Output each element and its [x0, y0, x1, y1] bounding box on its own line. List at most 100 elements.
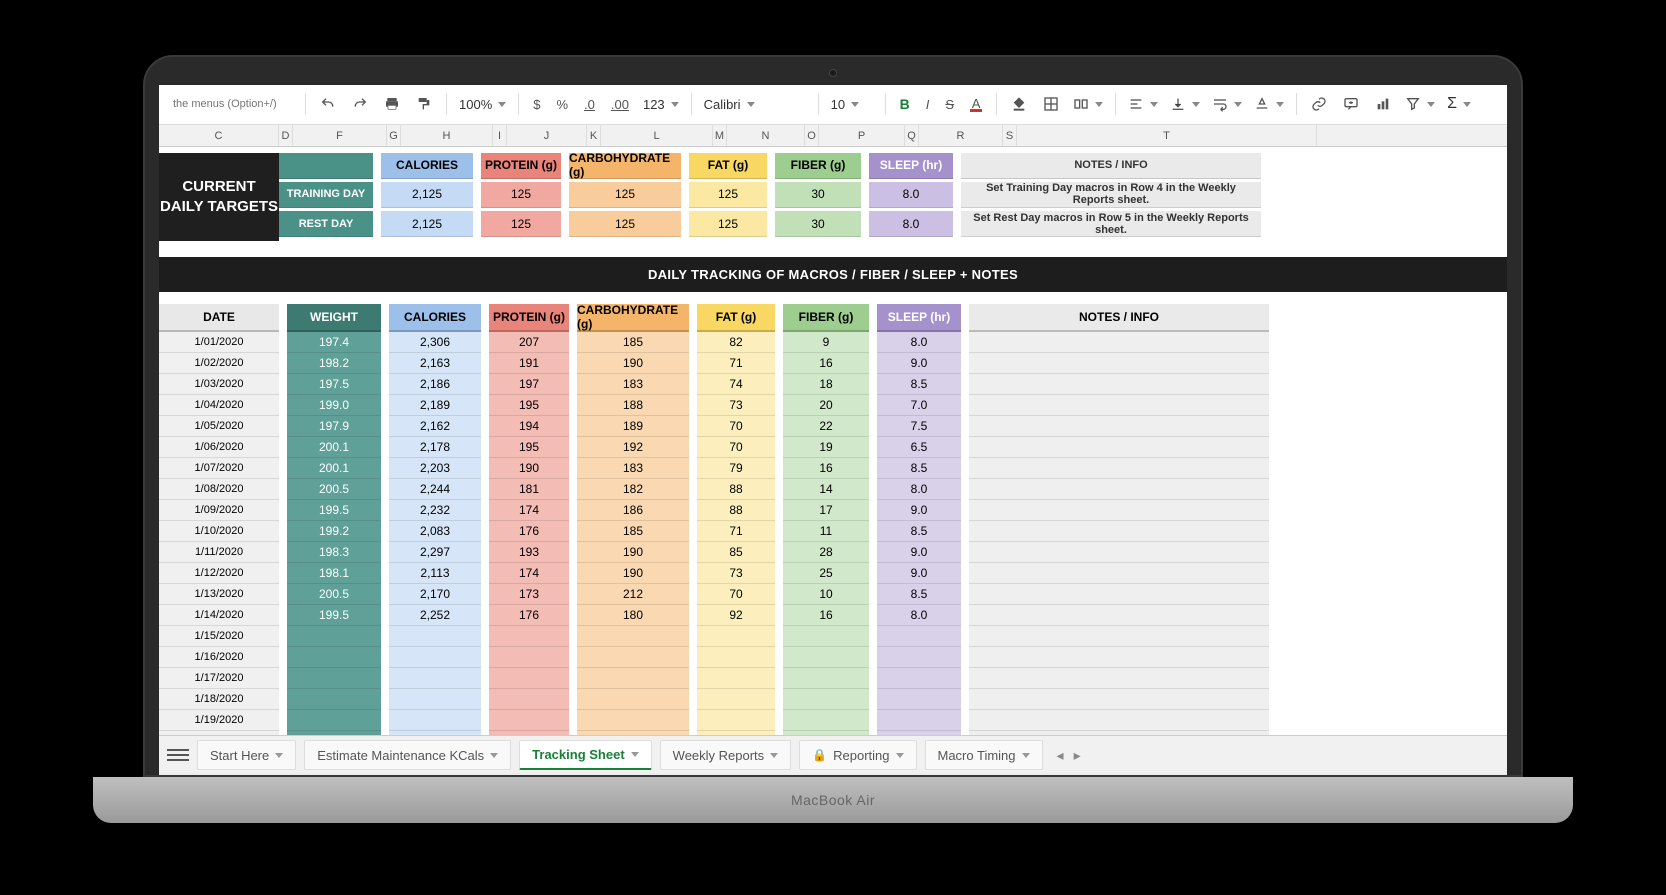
tracking-cell[interactable] [877, 710, 961, 731]
column-header-T[interactable]: T [1017, 125, 1317, 146]
tracking-cell[interactable]: 85 [697, 542, 775, 563]
decrease-decimal-button[interactable]: .0 [578, 93, 601, 116]
tracking-cell[interactable]: 10 [783, 584, 869, 605]
tracking-cell[interactable]: 1/12/2020 [159, 563, 279, 584]
tracking-cell[interactable]: 1/08/2020 [159, 479, 279, 500]
tracking-cell[interactable]: 19 [783, 437, 869, 458]
tracking-cell[interactable] [577, 668, 689, 689]
tracking-cell[interactable] [577, 626, 689, 647]
targets-cell[interactable]: 125 [689, 182, 767, 208]
tracking-cell[interactable] [969, 584, 1269, 605]
number-format-select[interactable]: 123 [639, 95, 683, 114]
tracking-cell[interactable] [489, 626, 569, 647]
tracking-cell[interactable]: 8.0 [877, 605, 961, 626]
tracking-cell[interactable] [697, 647, 775, 668]
tracking-cell[interactable]: 1/15/2020 [159, 626, 279, 647]
font-size-select[interactable]: 10 [827, 95, 877, 114]
tracking-cell[interactable]: 189 [577, 416, 689, 437]
tracking-cell[interactable]: 11 [783, 521, 869, 542]
tracking-cell[interactable]: 8.0 [877, 479, 961, 500]
tracking-cell[interactable]: 197.5 [287, 374, 381, 395]
tracking-cell[interactable]: 207 [489, 332, 569, 353]
tracking-cell[interactable] [877, 689, 961, 710]
tracking-cell[interactable]: 180 [577, 605, 689, 626]
tracking-cell[interactable] [389, 689, 481, 710]
tracking-cell[interactable]: 1/17/2020 [159, 668, 279, 689]
italic-button[interactable]: I [920, 93, 936, 116]
tracking-cell[interactable]: 195 [489, 437, 569, 458]
tracking-cell[interactable]: 192 [577, 437, 689, 458]
tracking-cell[interactable]: 2,203 [389, 458, 481, 479]
all-sheets-button[interactable] [167, 744, 189, 766]
tracking-cell[interactable] [577, 647, 689, 668]
tracking-cell[interactable]: 199.2 [287, 521, 381, 542]
tracking-cell[interactable]: 2,232 [389, 500, 481, 521]
redo-button[interactable] [346, 92, 374, 116]
targets-cell[interactable]: 125 [689, 211, 767, 237]
targets-cell[interactable]: TRAINING DAY [279, 182, 373, 208]
tracking-cell[interactable] [969, 710, 1269, 731]
tracking-cell[interactable] [783, 647, 869, 668]
tracking-cell[interactable]: 2,244 [389, 479, 481, 500]
text-rotation-button[interactable] [1250, 94, 1288, 114]
targets-cell[interactable]: 2,125 [381, 211, 473, 237]
insert-link-button[interactable] [1305, 92, 1333, 116]
strikethrough-button[interactable]: S [939, 93, 960, 116]
tracking-cell[interactable] [969, 521, 1269, 542]
tracking-cell[interactable]: 16 [783, 353, 869, 374]
targets-cell[interactable]: 125 [569, 211, 681, 237]
tracking-cell[interactable]: 8.5 [877, 521, 961, 542]
tracking-cell[interactable]: 198.1 [287, 563, 381, 584]
tracking-cell[interactable]: 88 [697, 479, 775, 500]
tracking-cell[interactable]: 92 [697, 605, 775, 626]
targets-cell[interactable]: Set Rest Day macros in Row 5 in the Week… [961, 211, 1261, 237]
paint-format-button[interactable] [410, 92, 438, 116]
tracking-cell[interactable]: 1/18/2020 [159, 689, 279, 710]
tracking-cell[interactable] [287, 689, 381, 710]
tracking-cell[interactable] [969, 395, 1269, 416]
tracking-cell[interactable]: 183 [577, 458, 689, 479]
tracking-cell[interactable]: 73 [697, 563, 775, 584]
tracking-cell[interactable] [783, 710, 869, 731]
tracking-cell[interactable]: 198.2 [287, 353, 381, 374]
tracking-cell[interactable]: 6.5 [877, 437, 961, 458]
tracking-cell[interactable]: 1/07/2020 [159, 458, 279, 479]
borders-button[interactable] [1037, 92, 1065, 116]
tracking-cell[interactable]: 2,170 [389, 584, 481, 605]
tracking-cell[interactable] [783, 626, 869, 647]
tracking-cell[interactable] [877, 668, 961, 689]
tracking-cell[interactable] [489, 689, 569, 710]
tracking-cell[interactable]: 9.0 [877, 563, 961, 584]
tracking-cell[interactable]: 16 [783, 458, 869, 479]
tracking-cell[interactable]: 199.0 [287, 395, 381, 416]
tracking-cell[interactable]: 176 [489, 605, 569, 626]
tracking-cell[interactable] [969, 353, 1269, 374]
undo-button[interactable] [314, 92, 342, 116]
tracking-cell[interactable] [489, 710, 569, 731]
tracking-cell[interactable] [697, 710, 775, 731]
tracking-cell[interactable]: 2,113 [389, 563, 481, 584]
sheet-tab[interactable]: Start Here [197, 740, 296, 770]
tracking-cell[interactable]: 188 [577, 395, 689, 416]
tracking-cell[interactable] [389, 626, 481, 647]
tracking-cell[interactable]: 185 [577, 332, 689, 353]
tracking-cell[interactable]: 199.5 [287, 605, 381, 626]
sheet-tab[interactable]: Estimate Maintenance KCals [304, 740, 511, 770]
tracking-cell[interactable]: 1/04/2020 [159, 395, 279, 416]
tracking-cell[interactable] [969, 542, 1269, 563]
column-header-M[interactable]: M [713, 125, 727, 146]
tracking-cell[interactable] [969, 332, 1269, 353]
tracking-cell[interactable] [389, 647, 481, 668]
tracking-cell[interactable]: 1/13/2020 [159, 584, 279, 605]
targets-cell[interactable]: 30 [775, 182, 861, 208]
tracking-cell[interactable]: 70 [697, 437, 775, 458]
column-header-J[interactable]: J [507, 125, 587, 146]
tracking-cell[interactable]: 18 [783, 374, 869, 395]
column-header-F[interactable]: F [293, 125, 387, 146]
tracking-cell[interactable]: 88 [697, 500, 775, 521]
tracking-cell[interactable]: 82 [697, 332, 775, 353]
tracking-cell[interactable]: 1/06/2020 [159, 437, 279, 458]
tracking-cell[interactable]: 9.0 [877, 542, 961, 563]
tracking-cell[interactable] [489, 647, 569, 668]
tracking-cell[interactable] [287, 647, 381, 668]
